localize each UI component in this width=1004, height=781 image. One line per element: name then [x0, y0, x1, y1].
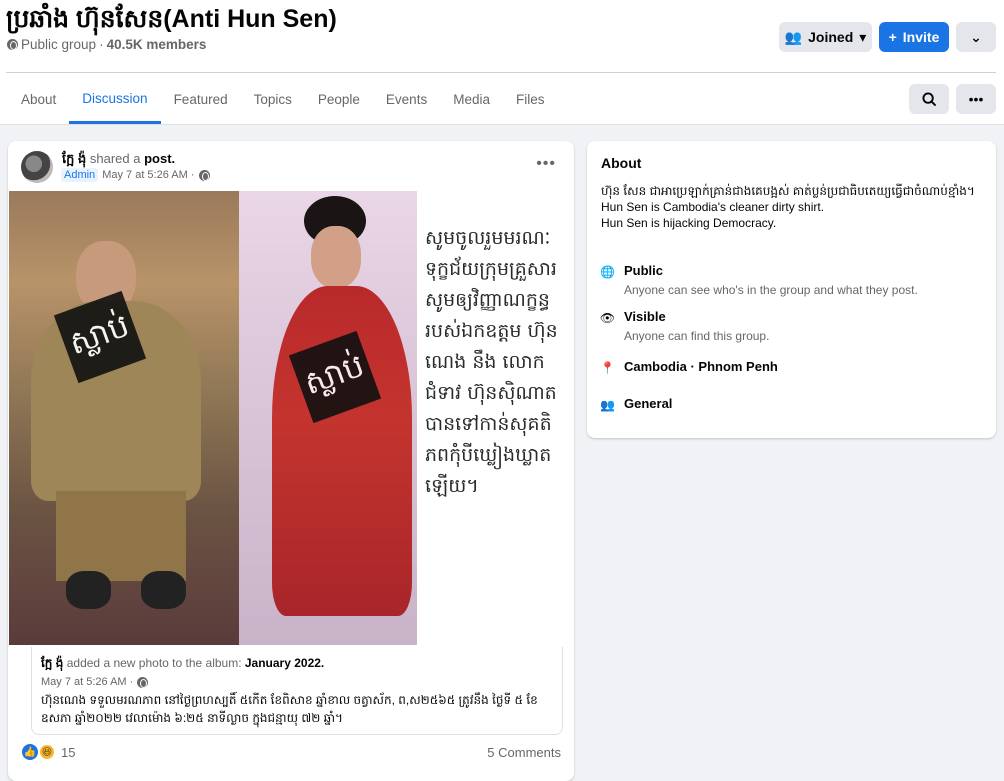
tab-files[interactable]: Files [503, 75, 558, 124]
plus-icon: + [888, 29, 897, 45]
haha-reaction-icon: 😆 [39, 744, 55, 760]
tab-media[interactable]: Media [440, 75, 503, 124]
group-privacy: Public group [21, 37, 97, 52]
tab-featured[interactable]: Featured [161, 75, 241, 124]
post-card: ក្អែ ង៉ុ shared a post. Admin May 7 at 5… [8, 141, 574, 781]
tab-discussion[interactable]: Discussion [69, 75, 161, 124]
about-general: 👥 General [600, 396, 673, 412]
people-icon: 👥 [600, 397, 615, 412]
group-members[interactable]: 40.5K members [107, 37, 207, 52]
general-text: General [624, 396, 673, 411]
public-sub: Anyone can see who's in the group and wh… [624, 283, 918, 297]
about-visible: 👁 Visible Anyone can find this group. [599, 309, 770, 343]
globe-icon [137, 676, 149, 688]
album-link[interactable]: January 2022. [245, 656, 324, 670]
globe-icon: 🌐 [600, 264, 615, 279]
about-location: 📍 Cambodia · Phnom Penh [600, 359, 778, 375]
reactions-summary[interactable]: 👍 😆 15 [22, 744, 75, 760]
reaction-count: 15 [61, 744, 76, 760]
about-public: 🌐 Public Anyone can see who's in the gro… [600, 263, 918, 297]
post-menu-button[interactable]: ••• [536, 155, 556, 173]
about-description-line1: ហ៊ុន សែន ជាអាប្រេឡាក់គ្រាន់ជាងគេបង្អស់ គ… [601, 184, 975, 198]
header-more-button[interactable]: ⌄ [956, 22, 996, 52]
post-meta: Admin May 7 at 5:26 AM · [61, 168, 210, 182]
woman-figure [262, 196, 412, 636]
shared-post-text: ហ៊ុនណេង ទទួលមរណភាព នៅថ្ងៃព្រហស្បតិ៍ ៥កើត… [41, 693, 538, 725]
more-icon: ••• [968, 91, 984, 107]
post-shared-text: shared a [89, 151, 141, 166]
shared-post-header: ក្អែ ង៉ុ added a new photo to the album:… [41, 655, 553, 673]
about-description: ហ៊ុន សែន ជាអាប្រេឡាក់គ្រាន់ជាងគេបង្អស់ គ… [601, 183, 982, 231]
public-title: Public [624, 263, 664, 278]
visible-title: Visible [624, 309, 666, 324]
shared-post-time[interactable]: May 7 at 5:26 AM · [41, 676, 133, 688]
tab-topics[interactable]: Topics [241, 75, 305, 124]
tab-about[interactable]: About [8, 75, 69, 124]
search-button[interactable] [909, 84, 949, 114]
photo-caption: សូមចូលរួមមរណៈ ទុក្ខជ័យក្រុមគ្រួសារ សូមឲ្… [417, 191, 573, 645]
caret-down-icon: ▾ [859, 28, 867, 45]
photo-middle-panel: ស្លាប់ [239, 191, 417, 645]
joined-label: Joined [808, 29, 854, 45]
tab-events[interactable]: Events [373, 75, 440, 124]
post-author[interactable]: ក្អែ ង៉ុ [62, 151, 86, 166]
location-text[interactable]: Cambodia · Phnom Penh [624, 359, 778, 374]
search-icon [921, 91, 936, 106]
header-divider [6, 72, 996, 73]
group-title[interactable]: ប្រឆាំង ហ៊ុនសែន(Anti Hun Sen) [6, 4, 337, 40]
people-icon: 👥 [784, 28, 803, 45]
visible-sub: Anyone can find this group. [624, 329, 770, 343]
comments-count[interactable]: 5 Comments [487, 745, 561, 760]
about-description-line3: Hun Sen is hijacking Democracy. [601, 216, 777, 230]
post-link[interactable]: post. [144, 151, 175, 166]
shared-action-text: added a new photo to the album: [66, 656, 242, 670]
shared-author[interactable]: ក្អែ ង៉ុ [41, 656, 63, 670]
like-reaction-icon: 👍 [22, 744, 38, 760]
group-header: ប្រឆាំង ហ៊ុនសែន(Anti Hun Sen) Public gro… [0, 0, 1004, 125]
eye-icon: 👁 [599, 310, 616, 325]
photo-left-panel: ស្លាប់ [9, 191, 239, 645]
shared-post-card[interactable]: ក្អែ ង៉ុ added a new photo to the album:… [31, 647, 563, 735]
chevron-down-icon: ⌄ [970, 28, 982, 45]
globe-icon [7, 39, 18, 50]
group-subinfo: Public group · 40.5K members [7, 37, 206, 52]
tab-people[interactable]: People [305, 75, 373, 124]
post-time[interactable]: May 7 at 5:26 AM · [102, 169, 194, 181]
globe-icon [198, 169, 210, 181]
pin-icon: 📍 [600, 360, 615, 375]
about-card: About ហ៊ុន សែន ជាអាប្រេឡាក់គ្រាន់ជាងគេបង… [587, 141, 996, 438]
about-description-line2: Hun Sen is Cambodia's cleaner dirty shir… [601, 200, 825, 214]
about-heading: About [601, 155, 642, 171]
invite-label: Invite [902, 29, 940, 45]
invite-button[interactable]: + Invite [879, 22, 949, 52]
admin-badge: Admin [61, 168, 99, 182]
post-photo[interactable]: ស្លាប់ ស្លាប់ សូមចូលរួមមរណៈ ទុក្ខជ័យក្រុ… [9, 191, 573, 645]
more-options-button[interactable]: ••• [956, 84, 996, 114]
group-tabs: About Discussion Featured Topics People … [8, 75, 558, 125]
joined-button[interactable]: 👥 Joined ▾ [779, 22, 872, 52]
shared-post-meta: May 7 at 5:26 AM · [41, 676, 553, 688]
avatar[interactable] [21, 151, 53, 183]
